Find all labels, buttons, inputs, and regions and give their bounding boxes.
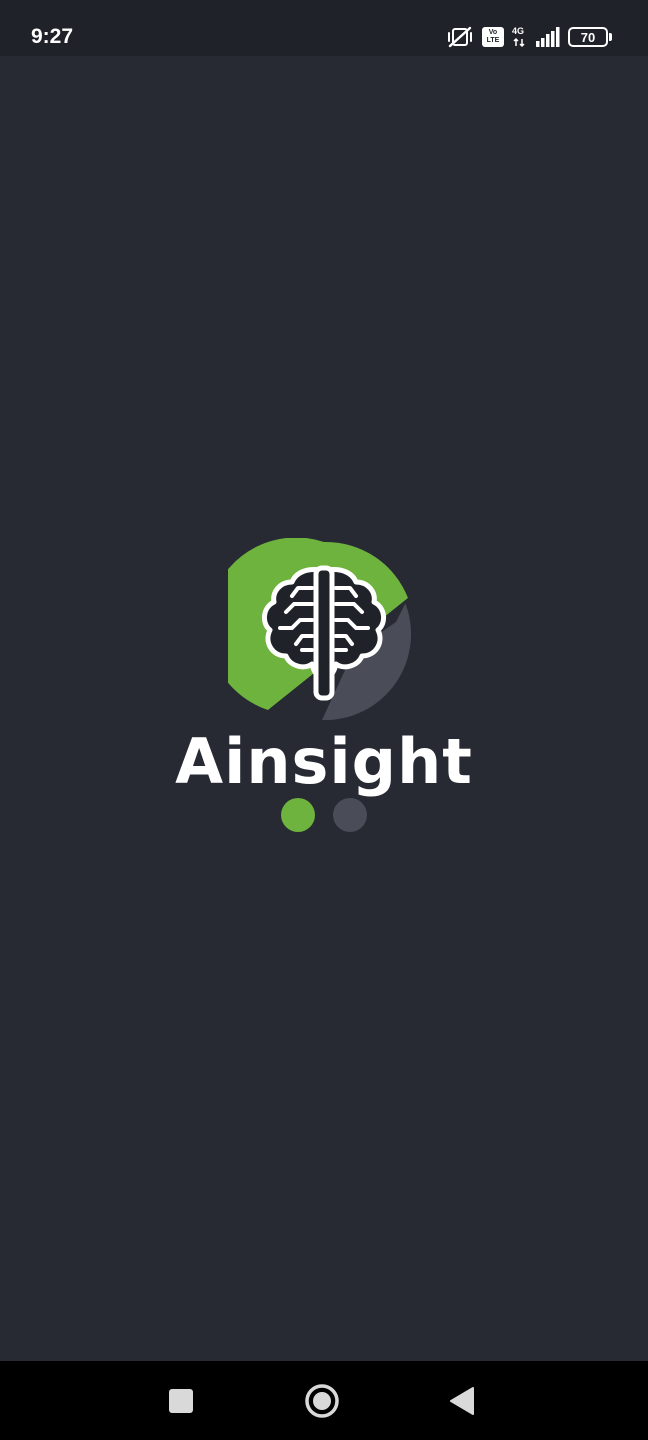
app-logo (207, 537, 420, 730)
loader-dot-inactive (333, 798, 367, 832)
splash-screen: 9:27 Vo LTE 4G 70 Ainsight (0, 0, 648, 1440)
status-icons: Vo LTE 4G 70 (446, 22, 612, 52)
circle-icon (305, 1384, 339, 1418)
battery-level: 70 (580, 29, 596, 45)
volte-bottom-label: LTE (486, 37, 500, 44)
signal-icon (536, 27, 560, 47)
loading-indicator (280, 798, 370, 834)
recents-button[interactable] (159, 1379, 203, 1423)
app-name: Ainsight (175, 725, 473, 798)
square-icon (169, 1389, 193, 1413)
battery-icon: 70 (568, 27, 612, 47)
status-time: 9:27 (31, 25, 74, 48)
vibrate-mute-icon (446, 25, 474, 49)
back-button[interactable] (440, 1379, 484, 1423)
status-bar: 9:27 Vo LTE 4G 70 (0, 0, 648, 56)
navigation-bar (0, 1361, 648, 1440)
volte-icon: Vo LTE (482, 27, 504, 47)
home-button[interactable] (300, 1379, 344, 1423)
back-triangle-icon (450, 1387, 474, 1415)
loader-dot-active (281, 798, 315, 832)
volte-top-label: Vo (488, 29, 498, 36)
network-type: 4G (512, 26, 528, 48)
